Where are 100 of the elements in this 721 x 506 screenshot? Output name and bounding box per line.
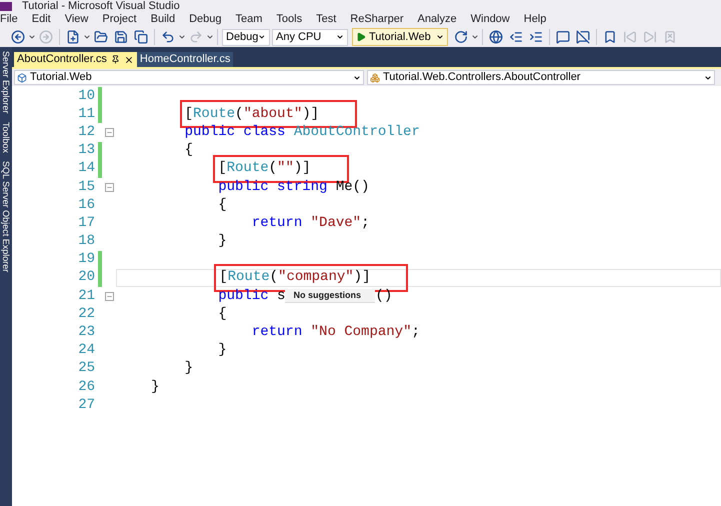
caret-icon	[336, 33, 344, 41]
caret-icon	[436, 33, 444, 41]
code-token: public string	[218, 178, 328, 197]
code-token: {	[218, 196, 227, 215]
navigation-dropdown[interactable]: Tutorial.Web	[14, 70, 364, 85]
code-token: )]	[302, 104, 320, 124]
code-token: }	[218, 341, 227, 360]
comment-icon[interactable]	[556, 30, 570, 44]
configuration-dropdown[interactable]: Any CPU	[272, 28, 348, 46]
menu-item[interactable]: Help	[516, 10, 554, 28]
suggestion-tooltip: No suggestions	[285, 289, 376, 304]
caret-icon[interactable]	[83, 33, 91, 41]
caret-icon	[258, 33, 266, 41]
run-button[interactable]: Tutorial.Web	[352, 28, 448, 46]
code-token: "No Company"	[310, 323, 412, 342]
line-number: 10	[77, 86, 96, 106]
indent-icon[interactable]	[528, 30, 543, 44]
code-token: return	[252, 214, 302, 233]
code-token: }	[151, 378, 160, 397]
uncomment-icon[interactable]	[576, 30, 590, 44]
code-token: public class	[184, 122, 286, 142]
code-token: AboutController	[294, 122, 420, 142]
caret-icon[interactable]	[178, 33, 186, 41]
menu-item[interactable]: Tools	[269, 10, 310, 28]
refresh-icon[interactable]	[454, 30, 468, 44]
menu-item[interactable]: Build	[144, 10, 182, 28]
code-token: ;	[411, 323, 420, 342]
new-file-icon[interactable]	[66, 30, 80, 44]
code-token: return	[252, 323, 302, 342]
menu-item[interactable]: View	[58, 10, 96, 28]
line-number: 26	[77, 378, 96, 397]
line-number: 18	[77, 232, 96, 252]
caret-icon[interactable]	[206, 33, 214, 41]
caret-icon	[353, 74, 361, 82]
caret-icon[interactable]	[28, 33, 36, 41]
menu-item[interactable]: Edit	[24, 10, 58, 28]
code-token: {	[218, 304, 227, 324]
side-panel-tab[interactable]: Toolbox	[1, 122, 11, 153]
line-number: 27	[77, 396, 96, 415]
code-token: )]	[294, 159, 311, 178]
side-panel-tab[interactable]: SQL Server Object Explorer	[1, 160, 11, 272]
code-token: "company"	[278, 268, 354, 288]
line-number: 15	[77, 178, 96, 197]
code-token: [	[184, 104, 194, 124]
line-number: 16	[77, 196, 96, 215]
code-token: (	[270, 268, 278, 288]
line-number: 23	[77, 323, 96, 342]
line-number: 17	[77, 214, 96, 233]
line-number: 21	[77, 286, 96, 306]
project-icon	[17, 72, 27, 82]
caret-icon	[704, 74, 712, 82]
menu-item[interactable]: Debug	[182, 10, 228, 28]
code-token: public	[218, 286, 269, 306]
code-token: }	[184, 359, 194, 378]
line-number: 13	[77, 141, 96, 160]
code-token: Route	[193, 104, 236, 124]
menu-item[interactable]: Test	[309, 10, 344, 28]
code-token: s	[276, 286, 286, 306]
menu-item[interactable]: Window	[464, 10, 517, 28]
code-token: }	[218, 232, 227, 252]
menu-item[interactable]: Project	[95, 10, 144, 28]
save-icon[interactable]	[114, 30, 128, 44]
code-token: "Dave"	[310, 214, 362, 233]
save-all-icon[interactable]	[134, 30, 148, 44]
bookmark-icon[interactable]	[602, 30, 617, 44]
close-icon[interactable]	[124, 54, 134, 64]
menu-item[interactable]: File	[0, 10, 25, 28]
configuration-dropdown[interactable]: Debug	[222, 28, 270, 46]
code-token: Me()	[334, 178, 370, 197]
window-title: Tutorial - Microsoft Visual Studio	[22, 1, 180, 12]
caret-icon[interactable]	[470, 33, 479, 41]
document-tab[interactable]: AboutController.cs	[14, 52, 137, 67]
navigation-dropdown[interactable]: Tutorial.Web.Controllers.AboutController	[367, 70, 715, 85]
line-number: 24	[77, 341, 96, 360]
code-token: [	[218, 159, 227, 178]
code-token: ;	[361, 214, 370, 233]
code-token: Route	[226, 159, 269, 178]
line-number: 14	[77, 159, 96, 178]
code-token: ""	[277, 159, 294, 178]
play-icon	[356, 32, 366, 42]
code-token: )]	[354, 268, 370, 288]
code-token: (	[268, 159, 278, 178]
code-token: "about"	[243, 104, 302, 124]
pin-icon[interactable]	[110, 55, 120, 64]
side-panel-tab[interactable]: Server Explorer	[1, 51, 11, 114]
code-token: {	[184, 141, 194, 160]
code-token: Route	[228, 268, 270, 288]
outdent-icon[interactable]	[508, 30, 523, 44]
folder-icon[interactable]	[94, 30, 108, 44]
code-token: ()	[375, 286, 392, 306]
line-number: 25	[77, 359, 96, 378]
menu-item[interactable]: ReSharper	[343, 10, 410, 28]
menu-item[interactable]: Team	[228, 10, 270, 28]
line-number: 22	[77, 304, 96, 324]
document-tab[interactable]: HomeController.cs	[136, 52, 234, 67]
globe-icon[interactable]	[488, 30, 503, 44]
undo-icon[interactable]	[161, 30, 175, 44]
line-number: 11	[77, 104, 96, 124]
class-icon	[370, 72, 380, 82]
menu-item[interactable]: Analyze	[410, 10, 464, 28]
